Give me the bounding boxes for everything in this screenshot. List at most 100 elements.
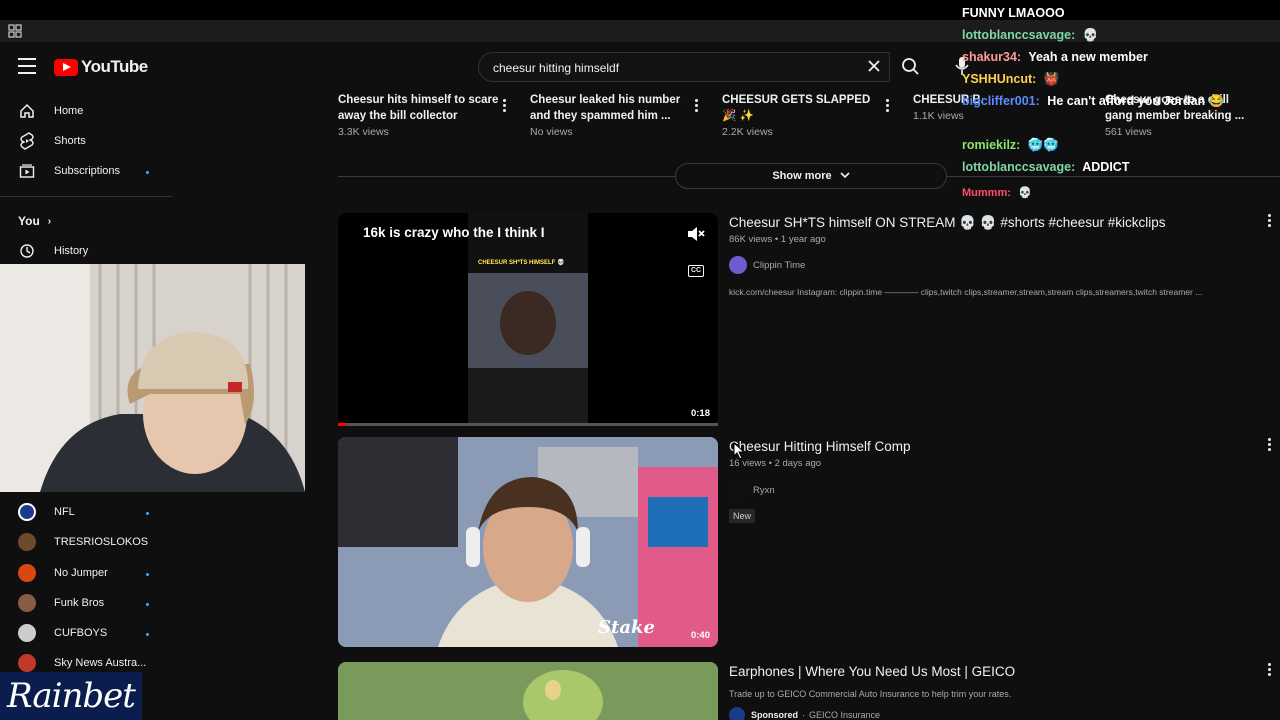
channel-avatar: [18, 503, 36, 521]
shorts-title[interactable]: CHEESUR GETS SLAPPED 🎉 ✨: [722, 92, 882, 124]
channel-avatar: [18, 594, 36, 612]
logo-text: YouTube: [81, 57, 148, 76]
video-thumbnail[interactable]: Stake 0:40: [338, 437, 718, 647]
history-icon: [18, 242, 36, 260]
chat-username: bigcliffer001:: [962, 94, 1040, 108]
chat-message: lottoblanccsavage: 💀: [962, 28, 1098, 43]
sidebar-item-label: History: [54, 245, 89, 257]
channel-label: TRESRIOSLOKOS: [54, 536, 149, 548]
chat-message: lottoblanccsavage: ADDICT: [962, 160, 1129, 174]
show-more-button[interactable]: Show more: [675, 163, 947, 189]
sidebar-item-label: Subscriptions: [54, 165, 121, 177]
channel-label: NFL: [54, 506, 75, 518]
shorts-card[interactable]: Cheesur leaked his number and they spamm…: [530, 92, 690, 138]
hamburger-menu-icon[interactable]: [18, 58, 36, 74]
chat-message: YSHHUncut: 👹: [962, 72, 1059, 87]
sidebar-item-home[interactable]: Home: [18, 101, 83, 121]
new-content-dot: [146, 171, 149, 174]
sidebar-item-label: Shorts: [54, 135, 86, 147]
chat-username: YSHHUncut:: [962, 72, 1037, 86]
sidebar-channel-nfl[interactable]: NFL: [18, 502, 75, 522]
sidebar-item-history[interactable]: History: [18, 241, 88, 261]
channel-avatar: [729, 481, 747, 499]
show-more-label: Show more: [772, 170, 832, 182]
chat-message: bigcliffer001: He can't afford you Jorda…: [962, 94, 1224, 109]
system-top-bar: [0, 0, 1280, 20]
chat-text: Yeah a new member: [1028, 50, 1148, 64]
mouse-cursor-icon: [733, 442, 746, 460]
channel-label: No Jumper: [54, 567, 108, 579]
shorts-icon: [18, 132, 36, 150]
video-title[interactable]: Cheesur SH*TS himself ON STREAM 💀 💀 #sho…: [729, 215, 1166, 231]
sidebar-divider: [0, 196, 172, 197]
channel-link[interactable]: Ryxn: [729, 481, 775, 499]
chat-username: Mummm:: [962, 187, 1011, 199]
new-content-dot: [146, 603, 149, 606]
chat-text: 💀: [1082, 28, 1099, 42]
channel-label: Sky News Austra...: [54, 657, 147, 669]
video-duration: 0:18: [690, 408, 710, 419]
new-content-dot: [146, 573, 149, 576]
search-input[interactable]: [493, 58, 853, 78]
channel-label: CUFBOYS: [54, 627, 108, 639]
search-icon[interactable]: [890, 52, 932, 82]
shorts-views: 2.2K views: [722, 126, 773, 138]
sidebar-channel-funk-bros[interactable]: Funk Bros: [18, 593, 104, 613]
channel-avatar: [18, 654, 36, 672]
chat-username: lottoblanccsavage:: [962, 28, 1076, 42]
progress-fill: [338, 423, 346, 426]
home-icon: [18, 102, 36, 120]
chat-username: lottoblanccsavage:: [962, 160, 1076, 174]
ad-title[interactable]: Earphones | Where You Need Us Most | GEI…: [729, 664, 1015, 679]
sidebar-channel-tresrioslokos[interactable]: TRESRIOSLOKOS: [18, 532, 148, 552]
video-description: kick.com/cheesur Instagram: clippin.time…: [729, 287, 1203, 297]
divider: [947, 176, 1280, 177]
shorts-views: 561 views: [1105, 126, 1152, 138]
chat-message: FUNNY LMAOOO: [962, 6, 1065, 20]
more-actions-icon[interactable]: [503, 99, 507, 113]
chat-text: ADDICT: [1082, 160, 1130, 174]
shorts-title[interactable]: Cheesur leaked his number and they spamm…: [530, 92, 690, 124]
sidebar-channel-sky-news[interactable]: Sky News Austra...: [18, 653, 146, 673]
search-box[interactable]: [478, 52, 890, 82]
you-label: You: [18, 214, 40, 228]
ad-advertiser[interactable]: Sponsored · GEICO Insurance: [729, 707, 880, 720]
sidebar-item-shorts[interactable]: Shorts: [18, 131, 86, 151]
more-actions-icon[interactable]: [695, 99, 699, 113]
chat-text: He can't afford you Jordan 😂: [1047, 94, 1225, 108]
shorts-title[interactable]: Cheesur hits himself to scare away the b…: [338, 92, 518, 124]
geico-avatar: [729, 707, 745, 720]
chat-text: 🥶🥶: [1027, 138, 1059, 152]
video-overlay-text: 16k is crazy who the I think I: [363, 225, 545, 240]
muted-speaker-icon[interactable]: [686, 225, 706, 243]
subscriptions-icon: [18, 162, 36, 180]
more-actions-icon[interactable]: [1268, 214, 1272, 228]
apps-grid-icon[interactable]: [8, 24, 22, 38]
channel-avatar: [729, 256, 747, 274]
sidebar-channel-no-jumper[interactable]: No Jumper: [18, 563, 108, 583]
closed-captions-icon[interactable]: CC: [688, 265, 704, 277]
chat-text: 👹: [1043, 72, 1060, 86]
sidebar-you-header[interactable]: You ›: [18, 214, 51, 228]
channel-avatar: [18, 533, 36, 551]
sidebar-item-subscriptions[interactable]: Subscriptions: [18, 161, 120, 181]
channel-avatar: [18, 624, 36, 642]
more-actions-icon[interactable]: [1268, 438, 1272, 452]
more-actions-icon[interactable]: [886, 99, 890, 113]
progress-track: [338, 423, 718, 426]
shorts-card[interactable]: CHEESUR GETS SLAPPED 🎉 ✨ 2.2K views: [722, 92, 882, 138]
chat-username: romiekilz:: [962, 138, 1021, 152]
sidebar-channel-cufboys[interactable]: CUFBOYS: [18, 623, 107, 643]
clear-search-icon[interactable]: [866, 58, 882, 74]
shorts-card[interactable]: Cheesur hits himself to scare away the b…: [338, 92, 518, 138]
video-title[interactable]: Cheesur Hitting Himself Comp: [729, 439, 911, 454]
more-actions-icon[interactable]: [1268, 663, 1272, 677]
stake-logo: Stake: [598, 617, 655, 638]
video-thumbnail[interactable]: 16k is crazy who the I think I CHEESUR S…: [338, 213, 718, 425]
divider: [338, 176, 675, 177]
youtube-play-icon: [54, 58, 78, 76]
youtube-logo[interactable]: YouTube: [54, 57, 148, 76]
channel-avatar: [18, 564, 36, 582]
channel-link[interactable]: Clippin Time: [729, 256, 805, 274]
ad-thumbnail[interactable]: [338, 662, 718, 720]
